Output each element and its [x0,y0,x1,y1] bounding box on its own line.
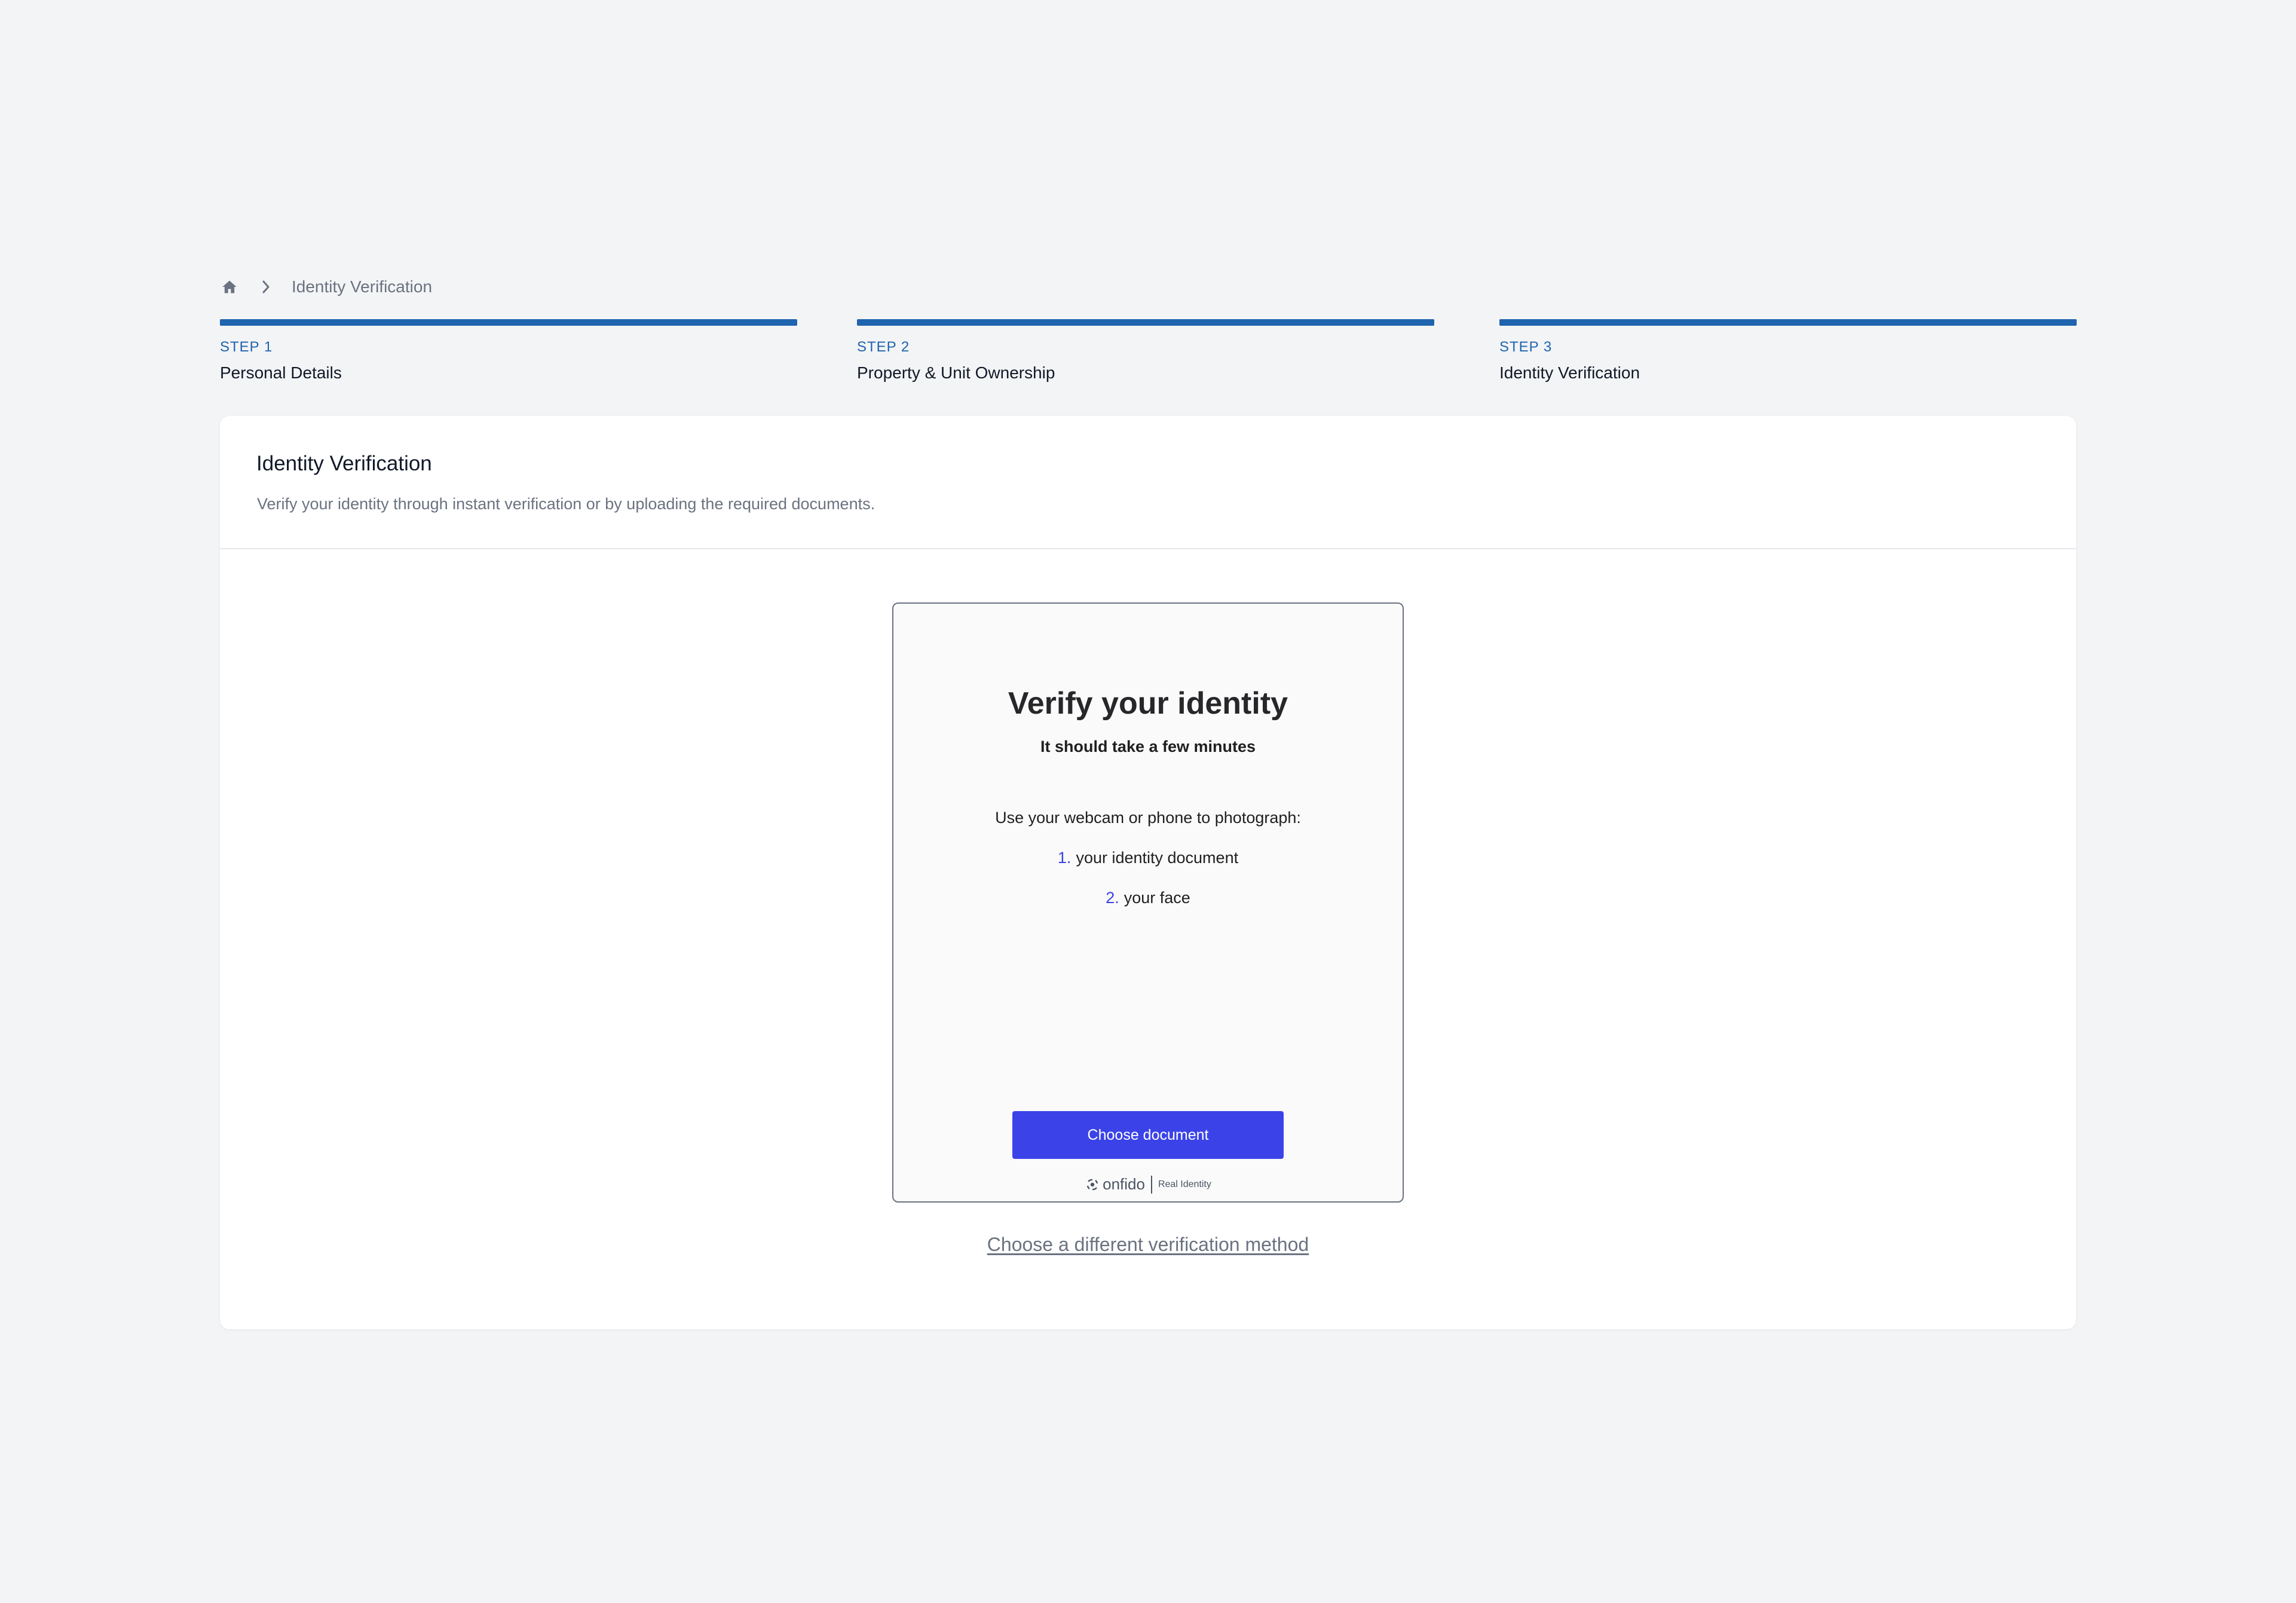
list-item: 1. your identity document [893,849,1403,867]
identity-verification-card: Identity Verification Verify your identi… [220,416,2076,1329]
onfido-logo-icon [1085,1177,1100,1192]
choose-document-button[interactable]: Choose document [1012,1111,1284,1159]
step-identity-verification: STEP 3 Identity Verification [1499,319,2077,383]
card-header: Identity Verification Verify your identi… [220,416,2076,549]
different-verification-method-link[interactable]: Choose a different verification method [220,1234,2076,1256]
step-property-ownership: STEP 2 Property & Unit Ownership [857,319,1434,383]
step-progress-bar [1499,319,2077,326]
step-name: Identity Verification [1499,363,1640,382]
step-name: Property & Unit Ownership [857,363,1055,382]
step-number: STEP 1 [220,339,273,355]
onfido-intro: Use your webcam or phone to photograph: [995,809,1301,827]
breadcrumb: Identity Verification [220,274,432,300]
step-name: Personal Details [220,363,342,382]
list-item-number: 2. [1106,889,1119,907]
list-item: 2. your face [893,889,1403,907]
chevron-right-icon [257,277,275,296]
onfido-branding: onfido Real Identity [893,1175,1403,1194]
step-personal-details: STEP 1 Personal Details [220,319,797,383]
card-title: Identity Verification [256,452,432,475]
list-item-number: 1. [1057,849,1072,867]
card-description: Verify your identity through instant ver… [257,495,875,513]
step-progress-bar [857,319,1434,326]
home-icon[interactable] [220,277,239,296]
onfido-subtitle: It should take a few minutes [1040,738,1256,755]
step-number: STEP 3 [1499,339,1553,355]
onfido-title: Verify your identity [1008,686,1288,721]
brand-divider [1150,1175,1152,1194]
onfido-tagline: Real Identity [1158,1179,1211,1189]
step-number: STEP 2 [857,339,910,355]
breadcrumb-current: Identity Verification [292,277,433,296]
onfido-logo-text: onfido [1103,1175,1145,1193]
onfido-widget: Verify your identity It should take a fe… [892,602,1404,1203]
list-item-text: your identity document [1076,849,1239,867]
list-item-text: your face [1123,889,1190,907]
step-progress-bar [220,319,797,326]
